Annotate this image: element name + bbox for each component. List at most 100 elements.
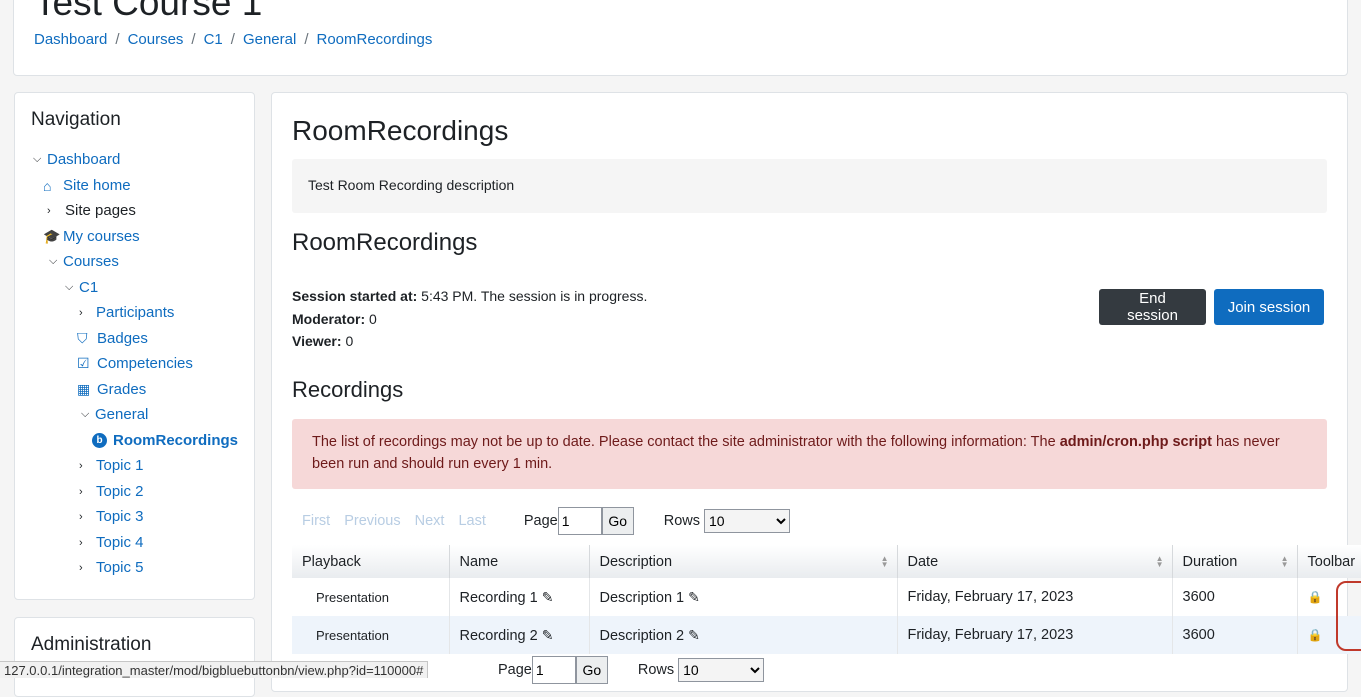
rows-label: Rows — [637, 662, 675, 678]
breadcrumb-c1[interactable]: C1 — [204, 31, 223, 48]
nav-label[interactable]: General — [95, 406, 148, 423]
chevron-down-icon: ⌵ — [81, 408, 90, 420]
nav-label[interactable]: Dashboard — [47, 151, 120, 168]
nav-item-site-home[interactable]: ⌂ Site home — [43, 177, 131, 194]
shield-icon: ⛉ — [77, 330, 88, 346]
breadcrumb-courses[interactable]: Courses — [128, 31, 184, 48]
page-header: Test Course 1 Dashboard / Courses / C1 / Gener… — [13, 0, 1348, 76]
nav-item-badges[interactable]: ⛉ Badges — [77, 330, 148, 347]
breadcrumb-general[interactable]: General — [243, 31, 296, 48]
chevron-down-icon: ⌵ — [65, 281, 74, 293]
breadcrumb-dashboard[interactable]: Dashboard — [34, 31, 107, 48]
nav-item-c1[interactable]: ⌵ C1 — [65, 279, 98, 296]
sort-icon: ▲ ▼ — [1280, 554, 1289, 569]
session-status: Session started at: 5:43 PM. The session… — [292, 288, 647, 304]
end-session-button[interactable]: End session — [1099, 289, 1206, 325]
viewer-value: 0 — [345, 333, 354, 349]
column-playback[interactable]: Playback — [292, 545, 450, 578]
playback-link[interactable]: Presentation — [292, 578, 450, 616]
pager-next[interactable]: Next — [415, 513, 445, 529]
nav-label[interactable]: Participants — [96, 304, 174, 321]
join-session-button[interactable]: Join session — [1214, 289, 1324, 325]
go-button[interactable]: Go — [575, 656, 608, 684]
nav-label[interactable]: Topic 5 — [96, 559, 144, 576]
table-header-row: Playback Name Description ▲ ▼ Date ▲ ▼ Durat… — [292, 545, 1361, 578]
nav-item-site-pages[interactable]: › Site pages — [47, 202, 136, 219]
column-label: Date — [907, 553, 939, 570]
main-content: RoomRecordings Test Room Recording descr… — [271, 92, 1361, 692]
column-name[interactable]: Name — [449, 545, 590, 578]
column-date[interactable]: Date ▲ ▼ — [897, 545, 1173, 578]
pager-previous[interactable]: Previous — [344, 513, 400, 529]
page-input[interactable] — [531, 656, 576, 684]
page-input[interactable] — [557, 507, 602, 535]
chevron-right-icon: › — [79, 536, 83, 549]
column-label: Toolbar — [1307, 553, 1356, 570]
sort-icon: ▲ ▼ — [1155, 554, 1164, 569]
nav-label[interactable]: Topic 4 — [96, 534, 144, 551]
nav-label[interactable]: Topic 1 — [96, 457, 144, 474]
lock-icon[interactable]: 🔒 — [1308, 590, 1323, 604]
sort-icon: ▲ ▼ — [880, 554, 889, 569]
column-description[interactable]: Description ▲ ▼ — [589, 545, 898, 578]
nav-item-roomrecordings[interactable]: b RoomRecordings — [92, 432, 238, 449]
pencil-icon[interactable]: ✎ — [542, 627, 554, 644]
pencil-icon[interactable]: ✎ — [542, 589, 554, 606]
administration-title: Administration — [31, 634, 152, 655]
nav-label[interactable]: Site home — [63, 177, 131, 194]
nav-item-my-courses[interactable]: 🎓 My courses — [43, 228, 140, 245]
recordings-pager-top: First Previous Next Last Page Go Rows 10 — [302, 507, 790, 535]
nav-item-grades[interactable]: ▦ Grades — [77, 381, 146, 398]
pencil-icon[interactable]: ✎ — [688, 627, 700, 644]
nav-item-topic-2[interactable]: › Topic 2 — [79, 483, 144, 500]
breadcrumb-separator: / — [230, 31, 235, 48]
pager-last[interactable]: Last — [458, 513, 485, 529]
go-button[interactable]: Go — [601, 507, 634, 535]
nav-label[interactable]: My courses — [63, 228, 140, 245]
nav-label[interactable]: C1 — [79, 279, 98, 296]
viewer-count: Viewer: 0 — [292, 333, 353, 349]
nav-label[interactable]: RoomRecordings — [113, 432, 238, 449]
nav-label[interactable]: Courses — [63, 253, 119, 270]
course-title: Test Course 1 — [34, 0, 263, 23]
chevron-down-icon: ⌵ — [33, 153, 42, 165]
rows-select[interactable]: 10 — [678, 658, 765, 682]
recording-date: Friday, February 17, 2023 — [897, 578, 1173, 616]
nav-item-general[interactable]: ⌵ General — [81, 406, 148, 423]
column-toolbar[interactable]: Toolbar — [1297, 545, 1361, 578]
activity-description: Test Room Recording description — [292, 159, 1327, 213]
nav-item-topic-4[interactable]: › Topic 4 — [79, 534, 144, 551]
playback-link[interactable]: Presentation — [292, 616, 450, 654]
nav-label[interactable]: Competencies — [97, 355, 193, 372]
breadcrumb: Dashboard / Courses / C1 / General / RoomRecordi… — [34, 31, 432, 48]
lock-icon[interactable]: 🔒 — [1308, 628, 1323, 642]
nav-label[interactable]: Topic 2 — [96, 483, 144, 500]
column-label: Playback — [302, 553, 361, 570]
pencil-icon[interactable]: ✎ — [688, 589, 700, 606]
nav-label[interactable]: Badges — [97, 330, 148, 347]
rows-select[interactable]: 10 — [704, 509, 790, 533]
table-icon: ▦ — [77, 381, 91, 397]
page-label: Page — [523, 513, 558, 529]
nav-item-courses[interactable]: ⌵ Courses — [49, 253, 119, 270]
recording-description: Description 2 — [599, 627, 685, 644]
nav-item-topic-1[interactable]: › Topic 1 — [79, 457, 144, 474]
nav-item-competencies[interactable]: ☑ Competencies — [77, 355, 193, 372]
nav-item-dashboard[interactable]: ⌵ Dashboard — [33, 151, 120, 168]
chevron-right-icon: › — [79, 510, 83, 523]
nav-item-topic-5[interactable]: › Topic 5 — [79, 559, 144, 576]
check-square-icon: ☑ — [77, 355, 90, 371]
column-duration[interactable]: Duration ▲ ▼ — [1172, 545, 1298, 578]
activity-title: RoomRecordings — [292, 115, 509, 146]
nav-label[interactable]: Grades — [97, 381, 146, 398]
pager-first[interactable]: First — [302, 513, 330, 529]
column-label: Description — [599, 553, 673, 570]
nav-label[interactable]: Topic 3 — [96, 508, 144, 525]
nav-item-participants[interactable]: › Participants — [79, 304, 174, 321]
breadcrumb-roomrecordings[interactable]: RoomRecordings — [317, 31, 433, 48]
focus-highlight — [1336, 581, 1361, 651]
recordings-title: Recordings — [292, 377, 404, 402]
bigbluebutton-icon: b — [92, 433, 107, 448]
nav-item-topic-3[interactable]: › Topic 3 — [79, 508, 144, 525]
chevron-right-icon: › — [79, 459, 83, 472]
